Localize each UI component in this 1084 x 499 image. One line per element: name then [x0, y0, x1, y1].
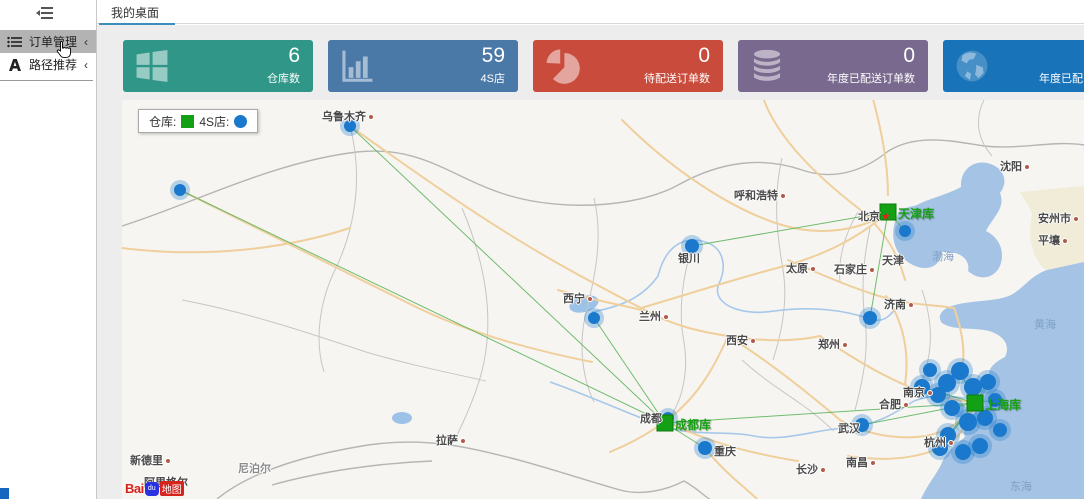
- sidebar-top: [0, 0, 96, 30]
- route-line: [665, 403, 975, 423]
- store-marker[interactable]: [588, 312, 600, 324]
- main-header: 我的桌面: [97, 0, 1084, 24]
- sidebar-divider: [0, 80, 93, 81]
- pie-chart-icon: [543, 47, 581, 85]
- store-marker[interactable]: [863, 311, 877, 325]
- stat-card-label: 年度已配送订单数: [827, 70, 915, 86]
- mouse-cursor-hand: [55, 40, 72, 60]
- sidebar: 订单管理 ‹ 路径推荐 ‹: [0, 0, 97, 499]
- store-marker[interactable]: [685, 239, 699, 253]
- route-line: [692, 212, 888, 246]
- dashboard-window: 订单管理 ‹ 路径推荐 ‹ 我的桌面 6仓库数594S店0待配送订单数0年度已配…: [0, 0, 1084, 499]
- stat-card-value: 59: [482, 44, 505, 68]
- store-marker[interactable]: [344, 120, 356, 132]
- store-marker[interactable]: [944, 400, 960, 416]
- stat-card-value: 0: [903, 44, 915, 68]
- stat-card-value: 6: [288, 44, 300, 68]
- tab-my-desktop[interactable]: 我的桌面: [99, 0, 175, 25]
- store-marker[interactable]: [855, 418, 869, 432]
- sidebar-item-route-recommendation[interactable]: 路径推荐 ‹: [0, 53, 96, 76]
- stat-card-label: 4S店: [481, 70, 505, 86]
- database-icon: [748, 47, 786, 85]
- list-icon: [7, 36, 23, 48]
- baidu-map-text: 地图: [160, 481, 184, 496]
- store-marker[interactable]: [698, 441, 712, 455]
- stat-card[interactable]: 年度已配: [943, 40, 1084, 92]
- route-line: [594, 318, 665, 423]
- baidu-paw-icon: du: [145, 482, 159, 496]
- route-line: [350, 126, 665, 423]
- chevron-left-icon: ‹: [84, 35, 88, 49]
- stat-cards: 6仓库数594S店0待配送订单数0年度已配送订单数年度已配: [123, 40, 1084, 92]
- globe-icon: [953, 47, 991, 85]
- baidu-attribution[interactable]: Bai du 地图: [125, 481, 184, 496]
- legend-store-swatch: [234, 115, 247, 128]
- taskbar-fragment: [0, 488, 9, 499]
- store-marker[interactable]: [972, 438, 988, 454]
- store-marker[interactable]: [174, 184, 186, 196]
- store-marker[interactable]: [932, 440, 948, 456]
- bar-chart-icon: [338, 47, 376, 85]
- stat-card-label: 待配送订单数: [644, 70, 710, 86]
- baidu-logo-text: Bai: [125, 481, 144, 496]
- warehouse-marker[interactable]: [657, 415, 673, 431]
- map-legend: 仓库: 4S店:: [138, 109, 258, 133]
- stat-card[interactable]: 594S店: [328, 40, 518, 92]
- warehouse-marker[interactable]: [967, 395, 983, 411]
- chevron-left-icon: ‹: [84, 58, 88, 72]
- store-marker[interactable]: [977, 410, 993, 426]
- map-base-layer: [122, 100, 1084, 499]
- legend-store-label: 4S店:: [199, 113, 229, 130]
- stat-card[interactable]: 6 仓库数: [123, 40, 313, 92]
- store-marker[interactable]: [988, 393, 1002, 407]
- sidebar-item-order-management[interactable]: 订单管理 ‹: [0, 30, 96, 53]
- stat-card-label: 年度已配: [1039, 70, 1083, 86]
- route-icon: [7, 59, 23, 71]
- legend-warehouse-swatch: [181, 115, 194, 128]
- store-marker[interactable]: [923, 363, 937, 377]
- store-marker[interactable]: [993, 423, 1007, 437]
- stat-card-label: 仓库数: [267, 70, 300, 86]
- warehouse-marker[interactable]: [880, 204, 896, 220]
- store-marker[interactable]: [980, 374, 996, 390]
- stat-card[interactable]: 0 年度已配送订单数: [738, 40, 928, 92]
- windows-icon: [133, 47, 171, 85]
- store-marker[interactable]: [899, 225, 911, 237]
- stat-card-value: 0: [698, 44, 710, 68]
- sidebar-toggle-icon[interactable]: [36, 6, 54, 20]
- main-content: 6仓库数594S店0待配送订单数0年度已配送订单数年度已配: [97, 25, 1084, 499]
- stat-card[interactable]: 0 待配送订单数: [533, 40, 723, 92]
- legend-warehouse-label: 仓库:: [149, 113, 176, 130]
- baidu-map[interactable]: 乌鲁木齐呼和浩特北京★天津沈阳银川太原石家庄济南西宁兰州西安郑州南京合肥武汉重庆…: [122, 100, 1084, 499]
